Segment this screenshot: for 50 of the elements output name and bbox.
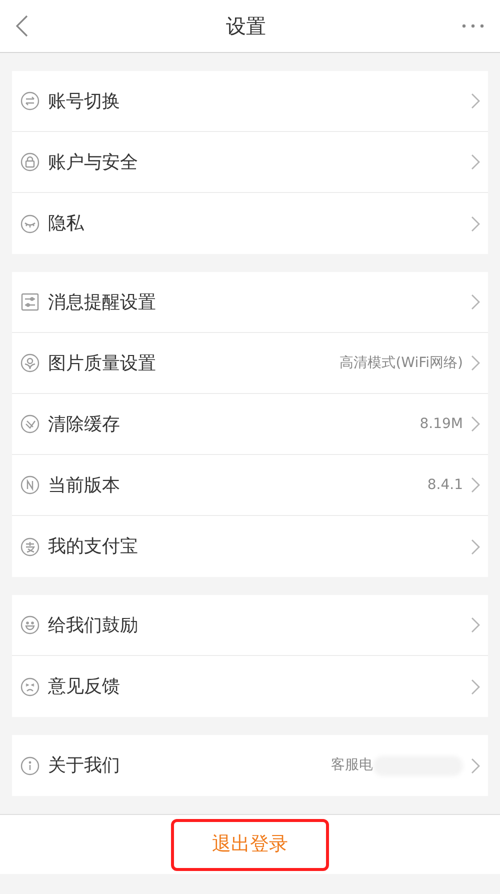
settings-row[interactable]: 我的支付宝 (12, 516, 488, 577)
frown-icon (20, 676, 40, 696)
row-label: 给我们鼓励 (48, 614, 139, 638)
info-icon (20, 756, 40, 776)
swap-icon (20, 91, 40, 111)
chevron-right-icon (471, 477, 480, 493)
row-value: 高清模式(WiFi网络) (340, 354, 463, 372)
settings-row[interactable]: 图片质量设置 高清模式(WiFi网络) (12, 333, 488, 394)
row-label: 清除缓存 (48, 412, 121, 436)
settings-row[interactable]: 关于我们 客服电 (12, 735, 488, 796)
row-value: 8.19M (420, 414, 463, 434)
settings-row[interactable]: 给我们鼓励 (12, 595, 488, 656)
location-pin-icon (20, 353, 40, 373)
smile-icon (20, 615, 40, 635)
closed-eye-icon (20, 214, 40, 234)
chevron-right-icon (471, 416, 480, 432)
row-value: 客服电 (331, 756, 373, 775)
page-title: 设置 (226, 13, 266, 40)
settings-row[interactable]: 账号切换 (12, 71, 488, 132)
sliders-icon (20, 292, 40, 312)
more-icon (462, 24, 484, 28)
n-letter-icon (20, 475, 40, 495)
chevron-right-icon (471, 678, 480, 694)
row-label: 我的支付宝 (48, 535, 139, 559)
row-label: 关于我们 (48, 754, 121, 778)
alipay-icon (20, 536, 40, 556)
row-label: 消息提醒设置 (48, 290, 157, 314)
settings-row[interactable]: 消息提醒设置 (12, 272, 488, 333)
chevron-right-icon (471, 538, 480, 554)
settings-row[interactable]: 隐私 (12, 193, 488, 254)
settings-row[interactable]: 意见反馈 (12, 656, 488, 717)
row-label: 当前版本 (48, 474, 121, 498)
chevron-right-icon (471, 216, 480, 232)
back-icon (16, 15, 28, 37)
row-value: 8.4.1 (427, 476, 463, 494)
chevron-right-icon (471, 154, 480, 170)
chevron-right-icon (471, 617, 480, 633)
chevron-right-icon (471, 758, 480, 774)
row-label: 账号切换 (48, 90, 121, 114)
row-label: 图片质量设置 (48, 352, 157, 376)
lock-icon (20, 152, 40, 172)
chevron-right-icon (471, 355, 480, 371)
chevron-right-icon (471, 93, 480, 109)
chevron-right-icon (471, 294, 480, 310)
row-label: 意见反馈 (48, 675, 121, 699)
settings-row[interactable]: 当前版本 8.4.1 (12, 455, 488, 516)
settings-row[interactable]: 清除缓存 8.19M (12, 394, 488, 455)
row-label: 账户与安全 (48, 150, 139, 174)
row-label: 隐私 (48, 212, 85, 236)
settings-row[interactable]: 账户与安全 (12, 132, 488, 193)
